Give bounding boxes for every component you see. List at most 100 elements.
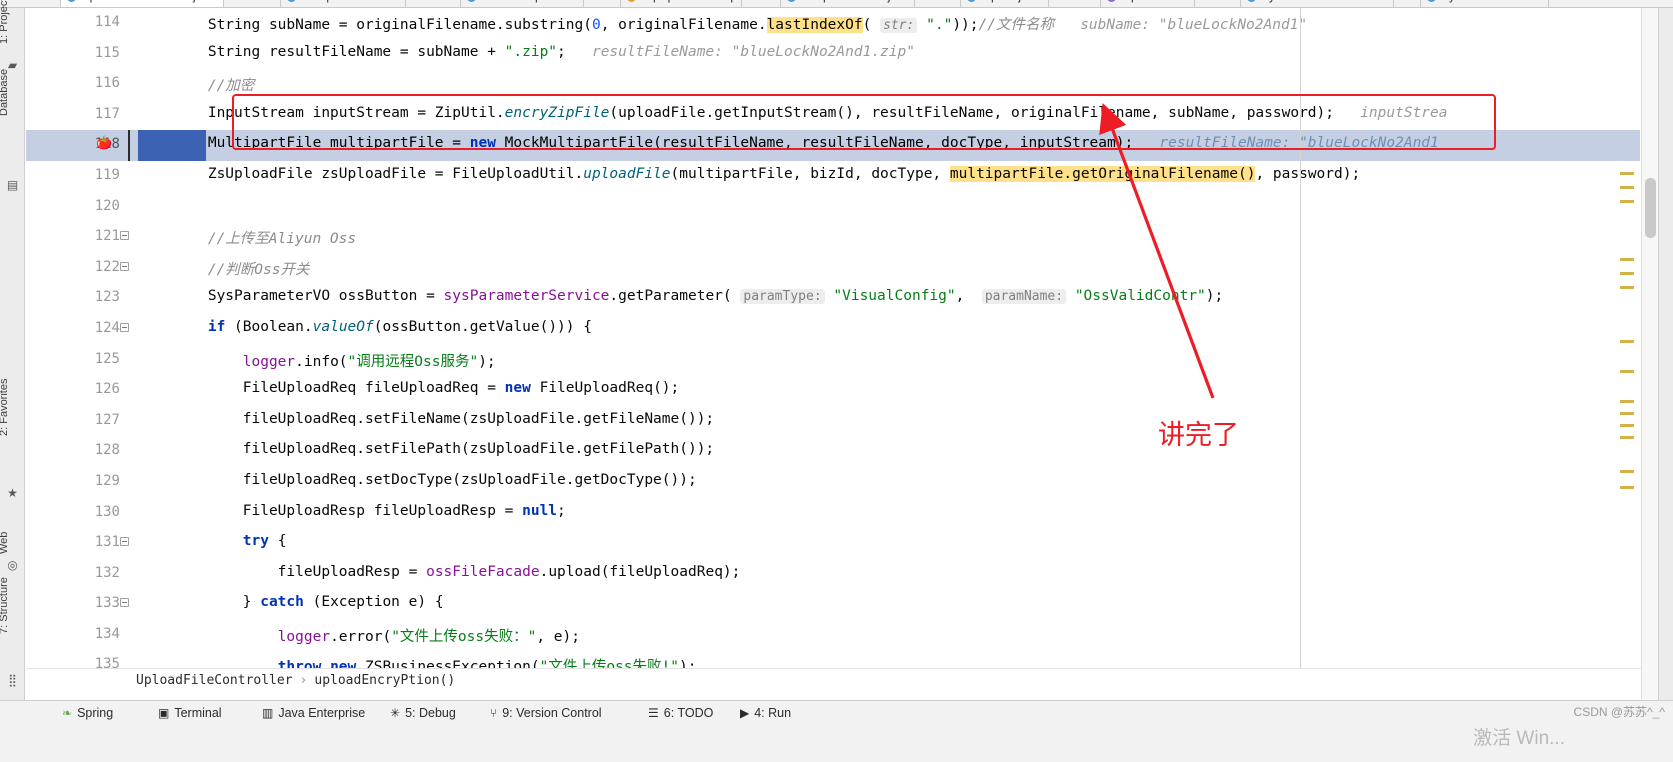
editor-tab[interactable]: SysParameterUtils <box>1420 0 1550 7</box>
code-line[interactable]: 114 String subName = originalFilename.su… <box>26 8 1640 39</box>
code-text[interactable]: InputStream inputStream = ZipUtil.encryZ… <box>138 100 1448 131</box>
sidebar-item-project[interactable]: 1: Project <box>0 0 10 44</box>
code-line[interactable]: 132 fileUploadResp = ossFileFacade.uploa… <box>26 558 1640 590</box>
code-line[interactable]: 122 //判断Oss开关 <box>26 252 1640 284</box>
error-stripe-marker[interactable] <box>1620 486 1634 489</box>
code-line[interactable]: 135 throw new ZSBusinessException("文件上传o… <box>26 650 1640 668</box>
breadcrumb-class[interactable]: UploadFileController <box>136 673 293 688</box>
fold-collapse-icon[interactable] <box>120 322 129 332</box>
code-text[interactable]: fileUploadReq.setFileName(zsUploadFile.g… <box>138 406 714 437</box>
code-line[interactable]: 128 fileUploadReq.setFilePath(zsUploadFi… <box>26 436 1640 467</box>
code-line[interactable]: 116 //加密 <box>26 69 1640 100</box>
code-text[interactable]: String resultFileName = subName + ".zip"… <box>138 39 915 70</box>
sidebar-item-favorites[interactable]: 2: Favorites <box>0 379 10 436</box>
error-stripe-marker[interactable] <box>1620 424 1634 427</box>
bookmark-icon[interactable]: 🍅 <box>96 136 112 152</box>
editor-tab[interactable]: ZipUtil.java <box>960 0 1050 7</box>
code-text[interactable]: String subName = originalFilename.substr… <box>138 8 1307 39</box>
breadcrumb[interactable]: UploadFileController › uploadEncryPtion(… <box>26 668 1641 692</box>
code-line[interactable]: 131 try { <box>26 528 1640 559</box>
editor-tab[interactable]: MultipartFile.class <box>280 0 407 7</box>
editor-tab[interactable]: ZipUtil.class <box>1100 0 1195 7</box>
error-stripe-marker[interactable] <box>1620 172 1634 175</box>
fold-gutter[interactable] <box>116 222 136 253</box>
error-stripe-marker[interactable] <box>1620 272 1634 275</box>
code-text[interactable]: fileUploadReq.setDocType(zsUploadFile.ge… <box>138 467 697 498</box>
code-text[interactable]: FileUploadResp fileUploadResp = null; <box>138 498 566 529</box>
fold-collapse-icon[interactable] <box>120 537 129 547</box>
status-bar[interactable]: ❧ Spring ▣ Terminal ▥ Java Enterprise ✳ … <box>0 700 1673 762</box>
error-stripe-marker[interactable] <box>1620 400 1634 403</box>
code-text[interactable]: MultipartFile multipartFile = new MockMu… <box>138 130 1439 161</box>
editor-scrollbar[interactable] <box>1641 8 1658 700</box>
editor-tab[interactable]: ZsUploadFileObject <box>780 0 916 7</box>
fold-collapse-icon[interactable] <box>120 598 129 608</box>
editor-tab[interactable]: SqlOperationReq <box>620 0 743 7</box>
code-text[interactable]: logger.info("调用远程Oss服务"); <box>138 345 496 376</box>
code-text[interactable]: } catch (Exception e) { <box>138 589 444 620</box>
sidebar-item-database[interactable]: Database <box>0 69 10 116</box>
code-text[interactable]: throw new ZSBusinessException("文件上传oss失败… <box>138 650 697 668</box>
error-stripe-marker[interactable] <box>1620 286 1634 289</box>
code-line[interactable]: 130 FileUploadResp fileUploadResp = null… <box>26 497 1640 529</box>
code-line[interactable]: 127 fileUploadReq.setFileName(zsUploadFi… <box>26 405 1640 437</box>
right-tool-window-bar[interactable]: Maven Notifications <box>1658 8 1673 700</box>
code-line[interactable]: 129 fileUploadReq.setDocType(zsUploadFil… <box>26 466 1640 498</box>
code-line[interactable]: 119 ZsUploadFile zsUploadFile = FileUplo… <box>26 160 1640 192</box>
fold-collapse-icon[interactable] <box>120 231 129 241</box>
code-line[interactable]: 126 FileUploadReq fileUploadReq = new Fi… <box>26 375 1640 406</box>
fold-gutter[interactable] <box>116 314 136 345</box>
code-text[interactable]: try { <box>138 528 287 559</box>
code-line[interactable]: 124 if (Boolean.valueOf(ossButton.getVal… <box>26 313 1640 345</box>
error-stripe-marker[interactable] <box>1620 258 1634 261</box>
code-line[interactable]: 133 } catch (Exception e) { <box>26 589 1640 620</box>
code-text[interactable]: FileUploadReq fileUploadReq = new FileUp… <box>138 375 680 406</box>
fold-gutter[interactable] <box>116 589 136 620</box>
error-stripe-marker[interactable] <box>1620 436 1634 439</box>
code-editor[interactable]: 114 String subName = originalFilename.su… <box>26 8 1640 668</box>
error-stripe-marker[interactable] <box>1620 340 1634 343</box>
editor-tab[interactable]: SysParameterVO.class <box>1240 0 1395 7</box>
editor-tab-strip[interactable]: UploadFileController.java MultipartFile.… <box>0 0 1673 8</box>
code-text[interactable]: //上传至Aliyun Oss <box>138 222 356 253</box>
code-text[interactable]: fileUploadResp = ossFileFacade.upload(fi… <box>138 559 741 590</box>
left-tool-window-bar[interactable]: 1: Project ▰ Database ▤ 2: Favorites ★ W… <box>0 0 25 700</box>
statusbar-button-todo[interactable]: ☰ 6: TODO <box>648 703 713 723</box>
statusbar-button-java-enterprise[interactable]: ▥ Java Enterprise <box>262 703 365 723</box>
code-text[interactable]: //加密 <box>138 69 254 100</box>
code-line[interactable]: 120 <box>26 191 1640 223</box>
fold-gutter[interactable] <box>116 253 136 284</box>
statusbar-button-run[interactable]: ▶ 4: Run <box>740 703 791 723</box>
code-line[interactable]: 125 logger.info("调用远程Oss服务"); <box>26 344 1640 376</box>
error-stripe-marker[interactable] <box>1620 370 1634 373</box>
editor-tab[interactable]: UploadFileController.java <box>60 0 225 7</box>
editor-tab[interactable]: MockMultipartFile <box>460 0 585 7</box>
code-line[interactable]: 123 SysParameterVO ossButton = sysParame… <box>26 283 1640 314</box>
code-line[interactable]: 118 🍅 MultipartFile multipartFile = new M… <box>26 130 1640 161</box>
sidebar-item-structure[interactable]: 7: Structure <box>0 577 10 634</box>
error-stripe-marker[interactable] <box>1620 186 1634 189</box>
statusbar-button-version-control[interactable]: ⑂ 9: Version Control <box>490 703 602 723</box>
code-text[interactable]: fileUploadReq.setFilePath(zsUploadFile.g… <box>138 436 714 467</box>
sidebar-item-web[interactable]: Web <box>0 524 10 554</box>
error-stripe-marker[interactable] <box>1620 200 1634 203</box>
statusbar-button-spring[interactable]: ❧ Spring <box>62 703 113 723</box>
code-line[interactable]: 117 InputStream inputStream = ZipUtil.en… <box>26 99 1640 131</box>
code-line[interactable]: 134 logger.error("文件上传oss失败：", e); <box>26 619 1640 651</box>
fold-collapse-icon[interactable] <box>120 261 129 271</box>
breadcrumb-method[interactable]: uploadEncryPtion() <box>314 673 455 688</box>
code-text[interactable]: ZsUploadFile zsUploadFile = FileUploadUt… <box>138 161 1360 192</box>
statusbar-button-terminal[interactable]: ▣ Terminal <box>158 703 222 723</box>
code-text[interactable]: //判断Oss开关 <box>138 253 310 284</box>
statusbar-button-debug[interactable]: ✳ 5: Debug <box>390 703 456 723</box>
fold-gutter[interactable] <box>116 528 136 559</box>
scrollbar-thumb[interactable] <box>1645 178 1656 238</box>
code-line[interactable]: 115 String resultFileName = subName + ".… <box>26 38 1640 70</box>
error-stripe-marker[interactable] <box>1620 412 1634 415</box>
editor-split-divider[interactable] <box>1300 8 1301 668</box>
code-text[interactable]: SysParameterVO ossButton = sysParameterS… <box>138 283 1223 314</box>
error-stripe-marker[interactable] <box>1620 470 1634 473</box>
code-text[interactable]: if (Boolean.valueOf(ossButton.getValue()… <box>138 314 592 345</box>
code-line[interactable]: 121 //上传至Aliyun Oss <box>26 222 1640 253</box>
code-text[interactable]: logger.error("文件上传oss失败：", e); <box>138 620 580 651</box>
